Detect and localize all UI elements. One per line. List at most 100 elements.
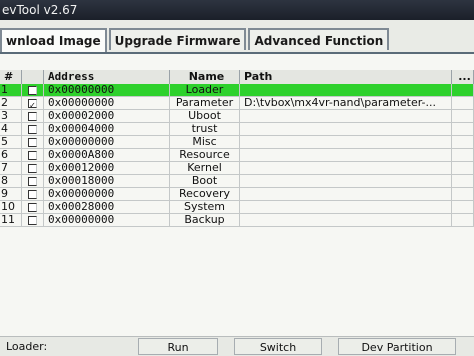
row-path[interactable]: [240, 188, 452, 200]
row-number: 8: [0, 175, 22, 187]
table-body: 1 0x00000000 Loader 2 ✓ 0x00000000 Parameter D:…: [0, 84, 474, 227]
row-address: 0x00000000: [44, 188, 170, 200]
row-checkbox-cell: [22, 84, 44, 96]
row-path[interactable]: [240, 214, 452, 226]
window-title: evTool v2.67: [2, 3, 78, 17]
row-name: Loader: [170, 84, 240, 96]
row-number: 4: [0, 123, 22, 135]
row-number: 1: [0, 84, 22, 96]
tab-strip: wnload Image Upgrade Firmware Advanced F…: [0, 28, 390, 52]
row-checkbox[interactable]: [28, 189, 37, 199]
row-browse-button[interactable]: [452, 123, 474, 135]
row-number: 7: [0, 162, 22, 174]
row-name: Kernel: [170, 162, 240, 174]
tab-advanced-function[interactable]: Advanced Function: [248, 28, 390, 50]
run-button[interactable]: Run: [138, 338, 218, 355]
row-checkbox-cell: [22, 110, 44, 122]
table-row[interactable]: 10 0x00028000 System: [0, 201, 474, 214]
table-row[interactable]: 3 0x00002000 Uboot: [0, 110, 474, 123]
row-browse-button[interactable]: [452, 214, 474, 226]
row-checkbox[interactable]: [28, 215, 37, 225]
row-name: Uboot: [170, 110, 240, 122]
row-checkbox[interactable]: [28, 202, 37, 212]
row-checkbox-cell: [22, 136, 44, 148]
header-name: Name: [170, 70, 240, 84]
download-image-panel: # Address Name Path ... 1 0x00000000 Loade…: [0, 52, 474, 338]
row-address: 0x00000000: [44, 97, 170, 109]
row-address: 0x00000000: [44, 84, 170, 96]
row-checkbox-cell: [22, 201, 44, 213]
row-address: 0x00000000: [44, 214, 170, 226]
dev-partition-button[interactable]: Dev Partition: [338, 338, 456, 355]
table-row[interactable]: 9 0x00000000 Recovery: [0, 188, 474, 201]
row-browse-button[interactable]: [452, 84, 474, 96]
row-address: 0x00000000: [44, 136, 170, 148]
header-check: [22, 70, 44, 84]
row-checkbox-cell: ✓: [22, 97, 44, 109]
row-checkbox-cell: [22, 175, 44, 187]
row-number: 2: [0, 97, 22, 109]
table-row[interactable]: 6 0x0000A800 Resource: [0, 149, 474, 162]
table-row[interactable]: 11 0x00000000 Backup: [0, 214, 474, 227]
row-address: 0x00012000: [44, 162, 170, 174]
row-browse-button[interactable]: [452, 162, 474, 174]
table-row[interactable]: 4 0x00004000 trust: [0, 123, 474, 136]
row-checkbox[interactable]: [28, 176, 37, 186]
row-checkbox-cell: [22, 214, 44, 226]
row-path[interactable]: [240, 123, 452, 135]
row-path[interactable]: [240, 162, 452, 174]
tab-download-image[interactable]: wnload Image: [0, 28, 107, 52]
bottom-bar: Loader: Run Switch Dev Partition: [0, 336, 474, 356]
header-address: Address: [44, 70, 170, 84]
row-path[interactable]: [240, 136, 452, 148]
row-path[interactable]: [240, 175, 452, 187]
row-browse-button[interactable]: [452, 110, 474, 122]
switch-button[interactable]: Switch: [234, 338, 322, 355]
row-path[interactable]: D:\tvbox\mx4vr-nand\parameter-...: [240, 97, 452, 109]
row-number: 10: [0, 201, 22, 213]
table-row[interactable]: 8 0x00018000 Boot: [0, 175, 474, 188]
row-number: 6: [0, 149, 22, 161]
row-checkbox[interactable]: [28, 124, 37, 134]
row-checkbox-cell: [22, 149, 44, 161]
row-address: 0x0000A800: [44, 149, 170, 161]
table-header: # Address Name Path ...: [0, 70, 474, 85]
table-row[interactable]: 5 0x00000000 Misc: [0, 136, 474, 149]
row-number: 5: [0, 136, 22, 148]
row-checkbox[interactable]: [28, 111, 37, 121]
row-browse-button[interactable]: [452, 97, 474, 109]
header-path: Path: [240, 70, 452, 84]
row-path[interactable]: [240, 201, 452, 213]
tab-upgrade-firmware[interactable]: Upgrade Firmware: [108, 28, 247, 50]
row-number: 11: [0, 214, 22, 226]
row-name: Misc: [170, 136, 240, 148]
row-browse-button[interactable]: [452, 175, 474, 187]
window-title-bar: evTool v2.67: [0, 0, 474, 20]
row-checkbox[interactable]: ✓: [28, 98, 37, 108]
row-checkbox[interactable]: [28, 150, 37, 160]
row-name: Resource: [170, 149, 240, 161]
row-checkbox-cell: [22, 188, 44, 200]
row-path[interactable]: [240, 110, 452, 122]
row-number: 3: [0, 110, 22, 122]
row-checkbox[interactable]: [28, 163, 37, 173]
row-browse-button[interactable]: [452, 188, 474, 200]
row-checkbox-cell: [22, 162, 44, 174]
row-name: Backup: [170, 214, 240, 226]
row-path[interactable]: [240, 84, 452, 96]
row-address: 0x00018000: [44, 175, 170, 187]
row-browse-button[interactable]: [452, 149, 474, 161]
table-row[interactable]: 1 0x00000000 Loader: [0, 84, 474, 97]
row-checkbox-cell: [22, 123, 44, 135]
table-row[interactable]: 7 0x00012000 Kernel: [0, 162, 474, 175]
row-browse-button[interactable]: [452, 136, 474, 148]
row-address: 0x00002000: [44, 110, 170, 122]
row-name: trust: [170, 123, 240, 135]
row-address: 0x00004000: [44, 123, 170, 135]
row-checkbox[interactable]: [28, 85, 37, 95]
row-path[interactable]: [240, 149, 452, 161]
table-row[interactable]: 2 ✓ 0x00000000 Parameter D:\tvbox\mx4vr-nand…: [0, 97, 474, 110]
row-checkbox[interactable]: [28, 137, 37, 147]
row-browse-button[interactable]: [452, 201, 474, 213]
header-num: #: [0, 70, 22, 84]
